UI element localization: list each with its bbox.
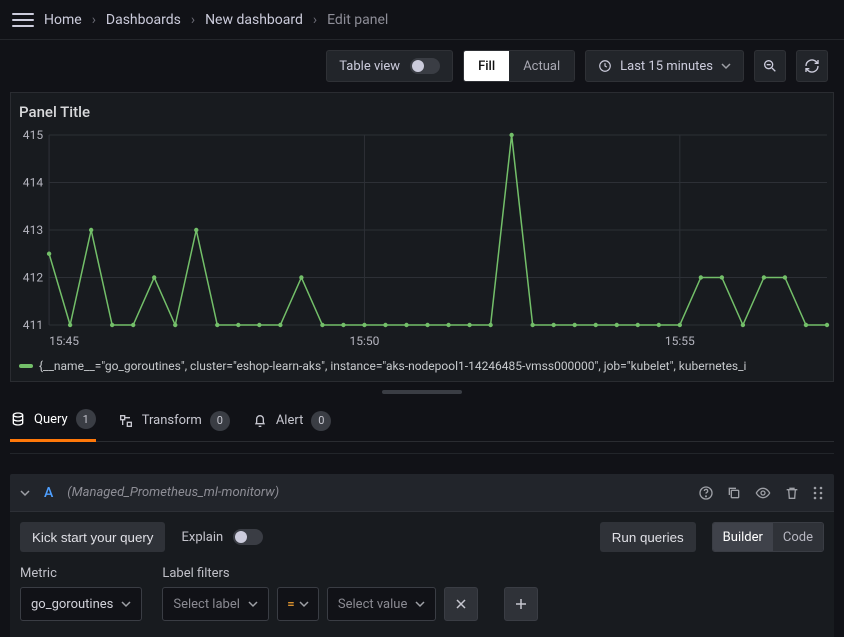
metric-select[interactable]: go_goroutines	[20, 587, 142, 621]
chevron-right-icon: ›	[313, 12, 317, 28]
table-view-toggle[interactable]: Table view	[326, 50, 453, 82]
label-select-placeholder: Select label	[173, 597, 240, 612]
tab-alert-label: Alert	[276, 413, 304, 428]
panel-title: Panel Title	[11, 93, 833, 125]
eye-icon	[754, 485, 772, 501]
tab-alert[interactable]: Alert 0	[252, 398, 332, 442]
add-filter-button[interactable]	[504, 587, 538, 621]
plus-icon	[515, 598, 527, 610]
chevron-right-icon: ›	[191, 12, 195, 28]
chevron-down-icon	[299, 599, 309, 609]
drag-handle[interactable]	[812, 485, 824, 501]
duplicate-button[interactable]	[726, 485, 742, 501]
svg-text:414: 414	[23, 176, 44, 190]
tab-alert-count: 0	[311, 411, 331, 431]
bell-icon	[252, 413, 268, 429]
chevron-right-icon: ›	[92, 12, 96, 28]
label-select[interactable]: Select label	[162, 587, 269, 621]
svg-text:15:50: 15:50	[349, 334, 379, 348]
tab-transform-count: 0	[210, 411, 230, 431]
help-icon	[698, 485, 714, 501]
actual-option[interactable]: Actual	[509, 51, 574, 81]
transform-icon	[118, 413, 134, 429]
time-range-picker[interactable]: Last 15 minutes	[585, 50, 744, 82]
explain-toggle[interactable]: Explain	[181, 529, 263, 545]
label-filters-label: Label filters	[162, 566, 538, 581]
tab-query[interactable]: Query 1	[10, 398, 96, 442]
chevron-down-icon	[415, 599, 425, 609]
refresh-icon	[804, 58, 820, 74]
close-icon	[455, 598, 467, 610]
svg-text:411: 411	[23, 318, 43, 332]
legend-color-swatch	[19, 364, 33, 368]
panel: Panel Title 411 412 413 414 415 15:45 15:50 15:…	[10, 92, 834, 382]
database-icon	[10, 411, 26, 427]
builder-code-segment: Builder Code	[712, 522, 824, 552]
crumb-home[interactable]: Home	[44, 12, 82, 28]
clock-icon	[598, 59, 612, 73]
run-queries-button[interactable]: Run queries	[600, 522, 696, 552]
operator-select[interactable]: =	[277, 587, 319, 621]
toggle-visibility-button[interactable]	[754, 485, 772, 501]
tab-transform-label: Transform	[142, 413, 202, 428]
time-series-chart[interactable]: 411 412 413 414 415 15:45 15:50 15:55	[11, 125, 833, 355]
copy-icon	[726, 485, 742, 501]
crumb-new-dashboard[interactable]: New dashboard	[205, 12, 303, 28]
breadcrumb: Home › Dashboards › New dashboard › Edit…	[44, 12, 388, 28]
crumb-dashboards[interactable]: Dashboards	[106, 12, 181, 28]
zoom-out-icon	[762, 58, 778, 74]
toggle-switch-icon	[410, 58, 440, 74]
table-view-label: Table view	[339, 59, 400, 74]
chevron-down-icon	[721, 61, 731, 71]
code-mode[interactable]: Code	[773, 523, 823, 551]
tab-transform[interactable]: Transform 0	[118, 398, 230, 442]
query-letter[interactable]: A	[44, 485, 53, 501]
svg-text:415: 415	[23, 128, 44, 142]
help-button[interactable]	[698, 485, 714, 501]
crumb-edit-panel: Edit panel	[327, 12, 388, 28]
operator-value: =	[287, 597, 294, 612]
toggle-switch-icon	[233, 529, 263, 545]
explain-label: Explain	[181, 530, 223, 545]
grip-icon	[812, 485, 824, 501]
svg-text:15:45: 15:45	[49, 334, 79, 348]
value-select[interactable]: Select value	[327, 587, 436, 621]
fill-actual-segment: Fill Actual	[463, 50, 575, 82]
fill-option[interactable]: Fill	[464, 51, 509, 81]
refresh-button[interactable]	[796, 50, 828, 82]
delete-button[interactable]	[784, 485, 800, 501]
svg-text:15:55: 15:55	[665, 334, 695, 348]
query-datasource: (Managed_Prometheus_ml-monitorw)	[67, 485, 279, 500]
tab-query-count: 1	[76, 409, 96, 429]
tab-query-label: Query	[34, 412, 68, 427]
kickstart-button[interactable]: Kick start your query	[20, 522, 165, 552]
time-range-label: Last 15 minutes	[620, 59, 713, 74]
svg-text:413: 413	[23, 223, 43, 237]
metric-value: go_goroutines	[31, 597, 113, 612]
legend-series-label: {__name__="go_goroutines", cluster="esho…	[39, 359, 746, 373]
query-tabs: Query 1 Transform 0 Alert 0	[10, 398, 834, 442]
value-select-placeholder: Select value	[338, 597, 407, 612]
builder-mode[interactable]: Builder	[713, 523, 773, 551]
chart-legend[interactable]: {__name__="go_goroutines", cluster="esho…	[11, 355, 833, 381]
trash-icon	[784, 485, 800, 501]
query-card: A (Managed_Prometheus_ml-monitorw) Kick …	[10, 474, 834, 637]
zoom-out-button[interactable]	[754, 50, 786, 82]
svg-text:412: 412	[23, 271, 44, 285]
metric-label: Metric	[20, 566, 142, 581]
chevron-down-icon	[121, 599, 131, 609]
remove-filter-button[interactable]	[444, 587, 478, 621]
chevron-down-icon	[248, 599, 258, 609]
chevron-down-icon	[20, 488, 30, 498]
menu-button[interactable]	[12, 9, 34, 31]
collapse-toggle[interactable]	[20, 488, 30, 498]
panel-resize-handle[interactable]	[0, 390, 844, 394]
